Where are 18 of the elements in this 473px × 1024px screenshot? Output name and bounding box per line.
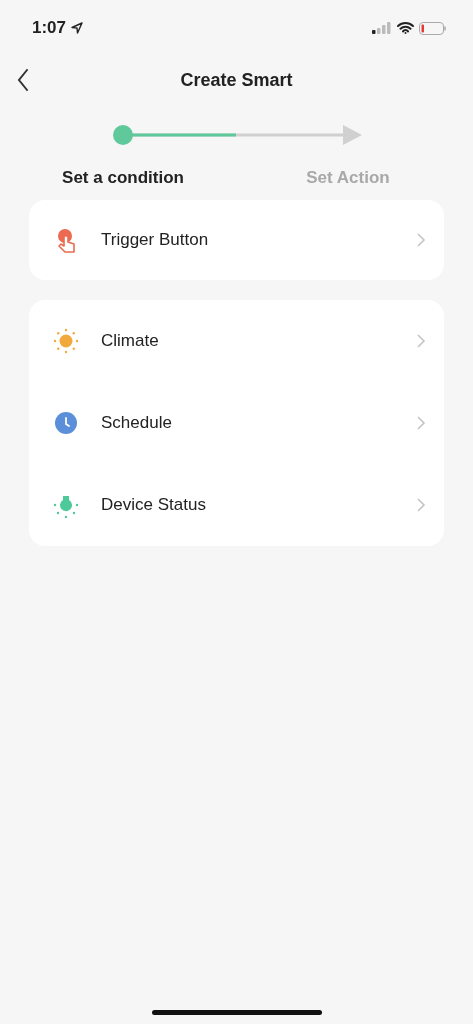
- page-title: Create Smart: [180, 69, 293, 91]
- chevron-right-icon: [416, 415, 426, 431]
- battery-icon: [419, 21, 447, 35]
- sun-icon: [53, 328, 79, 354]
- chevron-right-icon: [416, 232, 426, 248]
- step-label: Set a condition: [61, 168, 185, 188]
- chevron-right-icon: [416, 497, 426, 513]
- condition-option[interactable]: Device Status: [29, 464, 444, 546]
- clock-icon: [53, 410, 79, 436]
- location-arrow-icon: [71, 22, 84, 34]
- condition-option[interactable]: Trigger Button: [29, 200, 444, 280]
- status-time: 1:07: [32, 18, 67, 38]
- chevron-right-icon: [416, 333, 426, 349]
- wifi-icon: [397, 22, 414, 34]
- condition-option[interactable]: Schedule: [29, 382, 444, 464]
- step-label: Set Action: [305, 168, 391, 188]
- signal-icon: [372, 22, 392, 34]
- condition-option[interactable]: Climate: [29, 300, 444, 382]
